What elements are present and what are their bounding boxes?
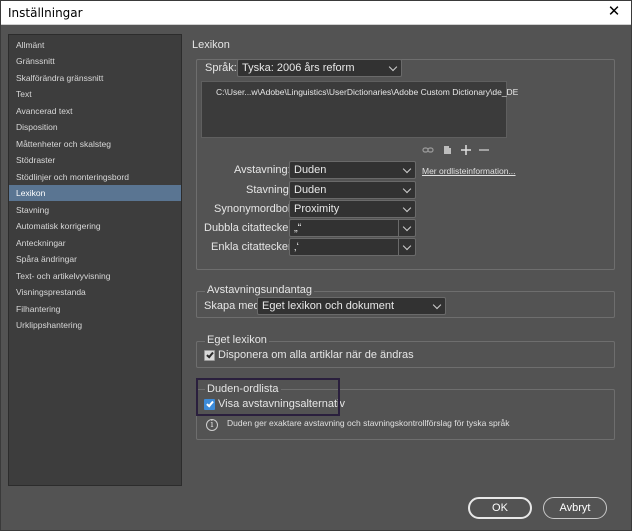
add-icon[interactable]: [460, 144, 472, 156]
preferences-dialog: Inställningar ✕ Allmänt Gränssnitt Skalf…: [0, 0, 632, 531]
thesaurus-label: Synonymordbok:: [214, 203, 297, 215]
dictionary-path: C:\User...w\Adobe\Linguistics\UserDictio…: [216, 87, 519, 97]
title-bar: Inställningar ✕: [1, 1, 631, 25]
language-label: Språk:: [205, 62, 237, 74]
sidebar-item-filhantering[interactable]: Filhantering: [9, 301, 181, 317]
chevron-down-icon: [388, 62, 398, 72]
sidebar-item-stavning[interactable]: Stavning: [9, 202, 181, 218]
info-icon: i: [206, 419, 218, 431]
chevron-down-icon: [402, 222, 412, 232]
sidebar-item-disposition[interactable]: Disposition: [9, 119, 181, 135]
recompose-articles-label[interactable]: Disponera om alla artiklar när de ändras: [218, 349, 414, 361]
sidebar-item-visningsprestanda[interactable]: Visningsprestanda: [9, 284, 181, 300]
sidebar-item-granssnitt[interactable]: Gränssnitt: [9, 53, 181, 69]
sidebar-item-stodlinjer[interactable]: Stödlinjer och monteringsbord: [9, 169, 181, 185]
spelling-select[interactable]: Duden: [289, 181, 416, 199]
duden-info-text: Duden ger exaktare avstavning och stavni…: [227, 418, 510, 428]
sidebar-item-anteckningar[interactable]: Anteckningar: [9, 235, 181, 251]
new-dictionary-icon[interactable]: [442, 144, 454, 156]
sidebar-item-spara-andringar[interactable]: Spåra ändringar: [9, 251, 181, 267]
double-quotes-value: „“: [294, 222, 302, 234]
checkmark-icon: [206, 350, 214, 359]
more-dictionary-info-link[interactable]: Mer ordlisteinformation...: [422, 166, 516, 176]
own-lexicon-title: Eget lexikon: [205, 334, 269, 346]
cancel-button[interactable]: Avbryt: [543, 497, 607, 519]
sidebar-item-allmant[interactable]: Allmänt: [9, 37, 181, 53]
sidebar-item-mattenheter[interactable]: Måttenheter och skalsteg: [9, 136, 181, 152]
double-quotes-select[interactable]: „“: [289, 219, 416, 237]
link-icon[interactable]: [422, 144, 434, 156]
hyphenation-select[interactable]: Duden: [289, 161, 416, 179]
chevron-down-icon: [402, 203, 412, 213]
single-quotes-value: ‚‘: [294, 241, 299, 253]
sidebar-item-skalforandra-granssnitt[interactable]: Skalförändra gränssnitt: [9, 70, 181, 86]
chevron-down-icon: [402, 241, 412, 251]
dictionary-list[interactable]: C:\User...w\Adobe\Linguistics\UserDictio…: [201, 81, 518, 138]
sidebar-item-text[interactable]: Text: [9, 86, 181, 102]
sidebar-item-urklippshantering[interactable]: Urklippshantering: [9, 317, 181, 333]
spelling-value: Duden: [294, 184, 327, 196]
remove-icon[interactable]: [478, 144, 490, 156]
language-value: Tyska: 2006 års reform: [242, 62, 355, 74]
hyphenation-value: Duden: [294, 164, 327, 176]
spelling-label: Stavning:: [246, 184, 292, 196]
single-quotes-select[interactable]: ‚‘: [289, 238, 416, 256]
hyphenation-label: Avstavning:: [234, 164, 291, 176]
single-quotes-label: Enkla citattecken:: [211, 241, 298, 253]
ok-button[interactable]: OK: [468, 497, 532, 519]
sidebar-item-avancerad-text[interactable]: Avancerad text: [9, 103, 181, 119]
create-with-label: Skapa med:: [204, 300, 263, 312]
hyphenation-exceptions-title: Avstavningsundantag: [205, 284, 314, 296]
language-select[interactable]: Tyska: 2006 års reform: [237, 59, 402, 77]
thesaurus-value: Proximity: [294, 203, 340, 215]
section-title-lexikon: Lexikon: [192, 39, 230, 51]
double-quotes-label: Dubbla citattecken:: [204, 222, 298, 234]
sidebar-item-lexikon[interactable]: Lexikon: [9, 185, 181, 201]
chevron-down-icon: [432, 300, 442, 310]
sidebar-item-stodraster[interactable]: Stödraster: [9, 152, 181, 168]
window-title: Inställningar: [8, 6, 83, 20]
chevron-down-icon: [402, 184, 412, 194]
sidebar-item-textvyvisning[interactable]: Text- och artikelvyvisning: [9, 268, 181, 284]
recompose-articles-checkbox[interactable]: [204, 350, 215, 361]
create-with-value: Eget lexikon och dokument: [262, 300, 395, 312]
thesaurus-select[interactable]: Proximity: [289, 200, 416, 218]
create-with-select[interactable]: Eget lexikon och dokument: [257, 297, 446, 315]
close-icon[interactable]: ✕: [605, 3, 623, 21]
sidebar: Allmänt Gränssnitt Skalförändra gränssni…: [8, 34, 182, 486]
highlight-frame: [196, 378, 340, 416]
sidebar-item-automatisk-korrigering[interactable]: Automatisk korrigering: [9, 218, 181, 234]
chevron-down-icon: [402, 164, 412, 174]
